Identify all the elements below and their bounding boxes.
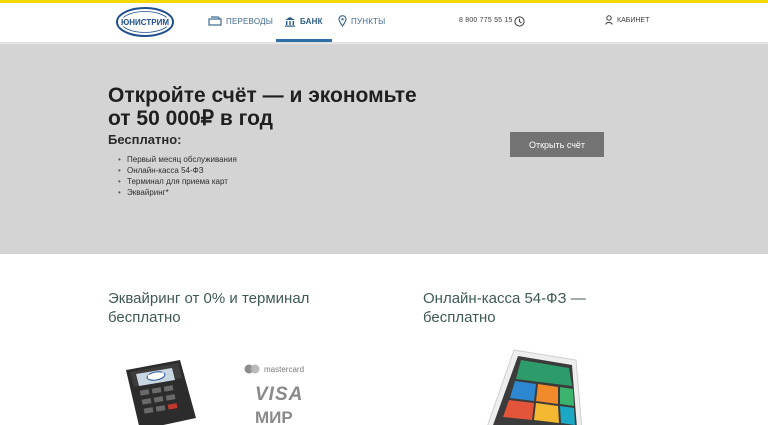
- list-item: Онлайн-касса 54-ФЗ: [118, 165, 237, 176]
- nav-item-bank[interactable]: БАНК: [284, 12, 323, 30]
- card-terminal-image: [126, 360, 196, 425]
- nav-item-points[interactable]: ПУНКТЫ: [338, 12, 385, 30]
- nav-item-transfers[interactable]: ПЕРЕВОДЫ: [208, 12, 273, 30]
- list-item: Эквайринг*: [118, 187, 237, 198]
- list-item: Первый месяц обслуживания: [118, 154, 237, 165]
- mastercard-logo: mastercard: [244, 364, 304, 374]
- unistream-logo[interactable]: ЮНИСТРИМ: [116, 7, 174, 37]
- visa-logo: VISA: [255, 384, 304, 405]
- acquiring-title: Эквайринг от 0% и терминал бесплатно: [108, 290, 310, 326]
- cabinet-link[interactable]: КАБИНЕТ: [605, 15, 649, 25]
- online-cashbox-title: Онлайн-касса 54-ФЗ — бесплатно: [423, 290, 586, 326]
- cabinet-label: КАБИНЕТ: [617, 16, 650, 24]
- user-icon: [605, 15, 613, 25]
- open-account-button[interactable]: Открыть счёт: [510, 132, 604, 157]
- phone-number[interactable]: 8 800 775 55 15: [459, 17, 513, 24]
- svg-text:ЮНИСТРИМ: ЮНИСТРИМ: [121, 18, 169, 27]
- mastercard-label: mastercard: [264, 364, 305, 374]
- nav-item-label: ПЕРЕВОДЫ: [226, 16, 273, 26]
- nav-active-indicator: [276, 39, 332, 42]
- bank-icon: [285, 16, 295, 27]
- hero-title: Откройте счёт — и экономьте от 50 000₽ в…: [108, 84, 417, 130]
- hero-banner: [0, 44, 768, 254]
- nav-item-label: БАНК: [300, 16, 323, 26]
- mastercard-icon: [244, 364, 260, 374]
- list-item: Терминал для приема карт: [118, 176, 237, 187]
- location-pin-icon: [338, 15, 347, 27]
- transfer-icon: [208, 16, 222, 26]
- nav-item-label: ПУНКТЫ: [351, 16, 386, 26]
- clock-icon[interactable]: [514, 16, 525, 27]
- hero-subtitle: Бесплатно:: [108, 132, 182, 147]
- mir-logo: МИР: [255, 408, 293, 425]
- online-cashbox-image: [487, 349, 583, 425]
- benefits-list: Первый месяц обслуживания Онлайн-касса 5…: [118, 154, 237, 198]
